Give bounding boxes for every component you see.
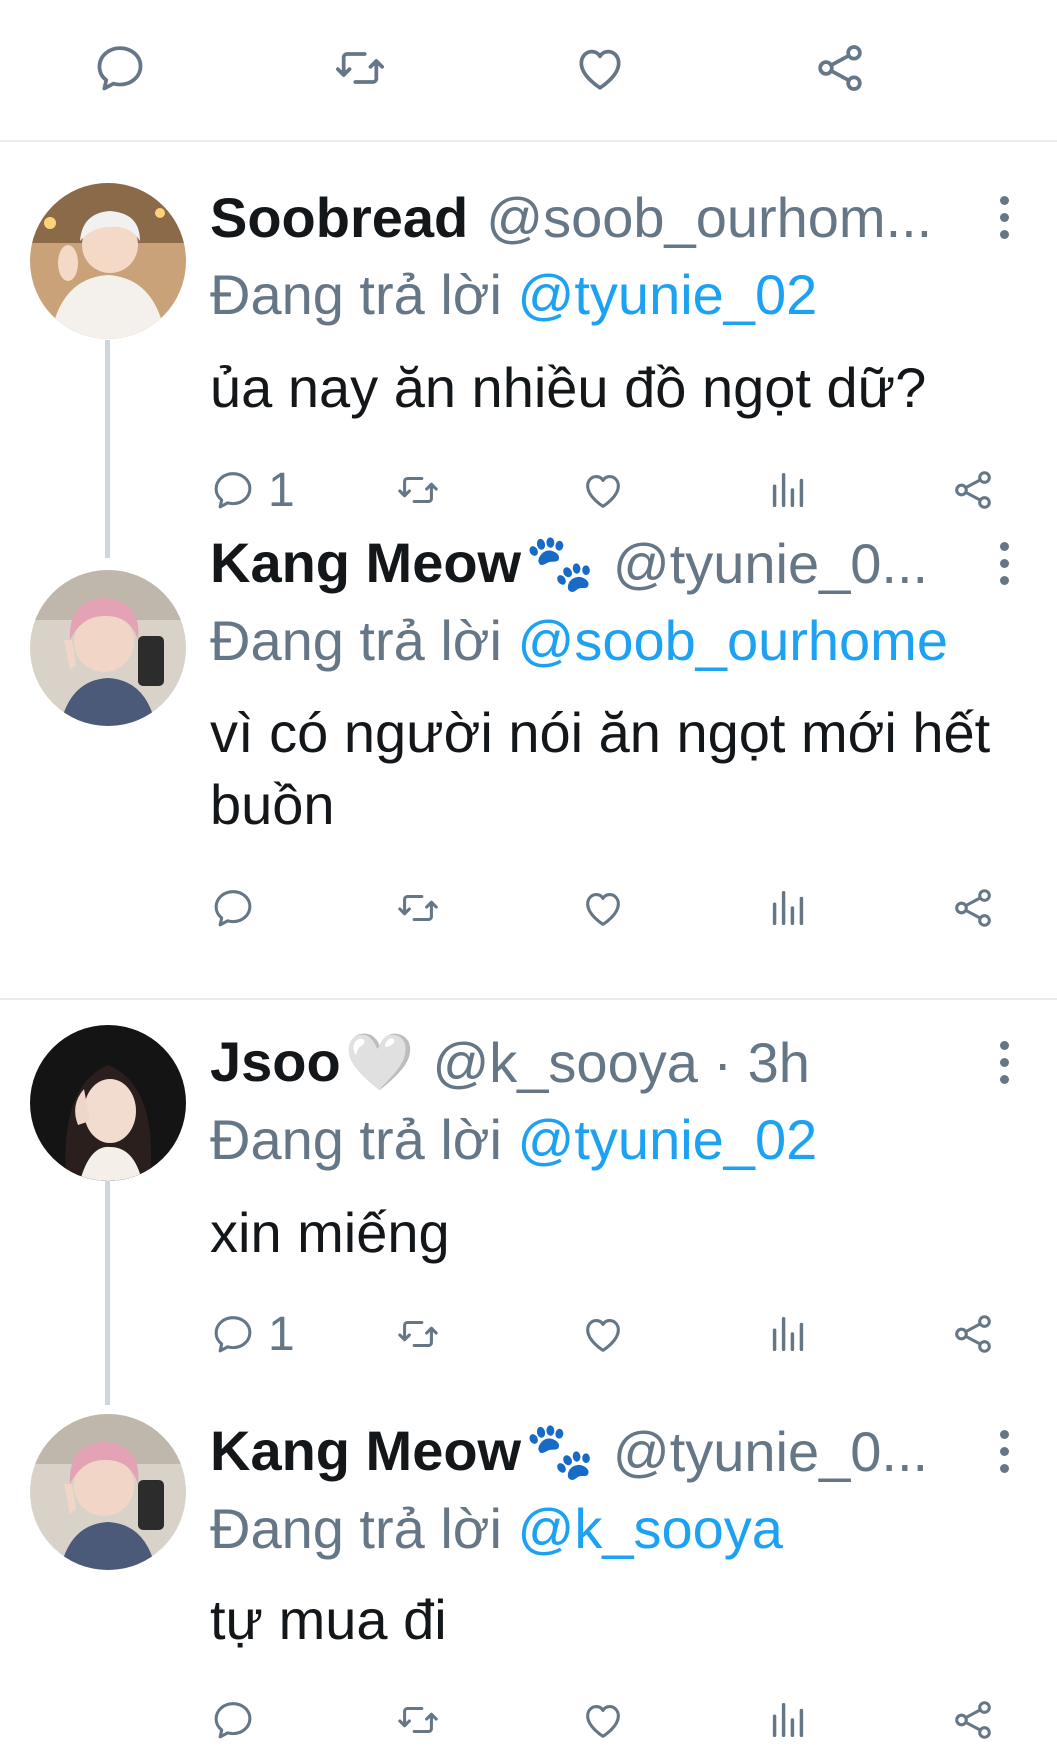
more-options-icon[interactable] bbox=[989, 187, 1019, 247]
thread-line bbox=[105, 1180, 110, 1405]
more-options-icon[interactable] bbox=[989, 533, 1019, 593]
retweet-button[interactable] bbox=[395, 1690, 441, 1750]
share-button[interactable] bbox=[950, 1690, 996, 1750]
analytics-button[interactable] bbox=[765, 878, 811, 938]
replying-to: Đang trả lời @tyunie_02 bbox=[210, 1107, 817, 1172]
tweet-text: tự mua đi bbox=[210, 1588, 447, 1651]
like-button[interactable] bbox=[580, 1304, 626, 1364]
retweet-icon bbox=[395, 885, 441, 931]
analytics-icon bbox=[765, 1697, 811, 1743]
replying-to: Đang trả lời @k_sooya bbox=[210, 1496, 783, 1561]
handle[interactable]: @tyunie_0... bbox=[613, 1419, 928, 1484]
mention-link[interactable]: @k_sooya bbox=[518, 1497, 783, 1560]
replying-to: Đang trả lời @tyunie_02 bbox=[210, 262, 817, 327]
handle[interactable]: @soob_ourhom... bbox=[486, 185, 932, 250]
white-heart-emoji: 🤍 bbox=[344, 1030, 415, 1093]
retweet-icon bbox=[395, 1697, 441, 1743]
share-icon bbox=[950, 885, 996, 931]
like-icon bbox=[580, 885, 626, 931]
tweet-actions bbox=[0, 878, 1057, 938]
retweet-icon bbox=[395, 467, 441, 513]
divider bbox=[0, 140, 1057, 142]
analytics-icon bbox=[765, 467, 811, 513]
display-name[interactable]: Kang Meow🐾 bbox=[210, 1418, 595, 1484]
share-icon bbox=[950, 1311, 996, 1357]
like-icon bbox=[580, 467, 626, 513]
reply-icon bbox=[210, 885, 256, 931]
avatar[interactable] bbox=[30, 1025, 186, 1181]
replying-to: Đang trả lời @soob_ourhome bbox=[210, 608, 948, 673]
tweet-header: Jsoo🤍 @k_sooya · 3h bbox=[210, 1027, 990, 1097]
share-icon bbox=[950, 467, 996, 513]
replying-to-label: Đang trả lời bbox=[210, 1108, 502, 1171]
reply-button[interactable] bbox=[210, 878, 268, 938]
handle[interactable]: @k_sooya · 3h bbox=[432, 1030, 809, 1095]
reply-icon bbox=[210, 1311, 256, 1357]
share-button[interactable] bbox=[950, 878, 996, 938]
tweet-header: Kang Meow🐾 @tyunie_0... bbox=[210, 1416, 990, 1486]
analytics-button[interactable] bbox=[765, 1690, 811, 1750]
like-icon bbox=[580, 1311, 626, 1357]
like-button[interactable] bbox=[580, 460, 626, 520]
replying-to-label: Đang trả lời bbox=[210, 263, 502, 326]
mention-link[interactable]: @soob_ourhome bbox=[518, 609, 948, 672]
more-options-icon[interactable] bbox=[989, 1032, 1019, 1092]
avatar[interactable] bbox=[30, 1414, 186, 1570]
retweet-icon bbox=[395, 1311, 441, 1357]
thread-line bbox=[105, 340, 110, 558]
mention-link[interactable]: @tyunie_02 bbox=[518, 1108, 818, 1171]
reply-icon bbox=[210, 1697, 256, 1743]
paw-prints-emoji: 🐾 bbox=[525, 1419, 595, 1482]
reply-button[interactable]: 1 bbox=[210, 460, 295, 520]
share-button[interactable] bbox=[950, 460, 996, 520]
share-icon bbox=[950, 1697, 996, 1743]
tweet-text: vì có người nói ăn ngọt mới hết buồn bbox=[210, 701, 991, 836]
like-button[interactable] bbox=[580, 878, 626, 938]
reply-count: 1 bbox=[268, 463, 295, 517]
reply-count: 1 bbox=[268, 1307, 295, 1361]
analytics-icon bbox=[765, 885, 811, 931]
like-icon bbox=[580, 1697, 626, 1743]
retweet-icon[interactable] bbox=[330, 38, 390, 98]
reply-icon[interactable] bbox=[90, 38, 150, 98]
share-button[interactable] bbox=[950, 1304, 996, 1364]
replying-to-label: Đang trả lời bbox=[210, 609, 502, 672]
display-name[interactable]: Soobread bbox=[210, 185, 468, 250]
reply-icon bbox=[210, 467, 256, 513]
retweet-button[interactable] bbox=[395, 878, 441, 938]
reply-button[interactable] bbox=[210, 1690, 268, 1750]
handle[interactable]: @tyunie_0... bbox=[613, 531, 928, 596]
like-icon[interactable] bbox=[570, 38, 630, 98]
retweet-button[interactable] bbox=[395, 460, 441, 520]
analytics-icon bbox=[765, 1311, 811, 1357]
divider bbox=[0, 998, 1057, 1000]
reply-button[interactable]: 1 bbox=[210, 1304, 295, 1364]
tweet-text: xin miếng bbox=[210, 1201, 450, 1264]
like-button[interactable] bbox=[580, 1690, 626, 1750]
display-name[interactable]: Kang Meow🐾 bbox=[210, 530, 595, 596]
avatar[interactable] bbox=[30, 570, 186, 726]
share-icon[interactable] bbox=[810, 38, 870, 98]
replying-to-label: Đang trả lời bbox=[210, 1497, 502, 1560]
mention-link[interactable]: @tyunie_02 bbox=[518, 263, 818, 326]
tweet-text: ủa nay ăn nhiều đồ ngọt dữ? bbox=[210, 356, 927, 419]
paw-prints-emoji: 🐾 bbox=[525, 531, 595, 594]
more-options-icon[interactable] bbox=[989, 1421, 1019, 1481]
tweet-actions: 1 bbox=[0, 1304, 1057, 1364]
tweet-actions bbox=[0, 1690, 1057, 1750]
avatar[interactable] bbox=[30, 183, 186, 339]
retweet-button[interactable] bbox=[395, 1304, 441, 1364]
tweet-header: Kang Meow🐾 @tyunie_0... bbox=[210, 528, 990, 598]
tweet-actions: 1 bbox=[0, 460, 1057, 520]
display-name[interactable]: Jsoo🤍 bbox=[210, 1029, 414, 1095]
analytics-button[interactable] bbox=[765, 460, 811, 520]
tweet-header: Soobread @soob_ourhom... bbox=[210, 182, 990, 252]
top-action-bar bbox=[0, 0, 1057, 140]
analytics-button[interactable] bbox=[765, 1304, 811, 1364]
